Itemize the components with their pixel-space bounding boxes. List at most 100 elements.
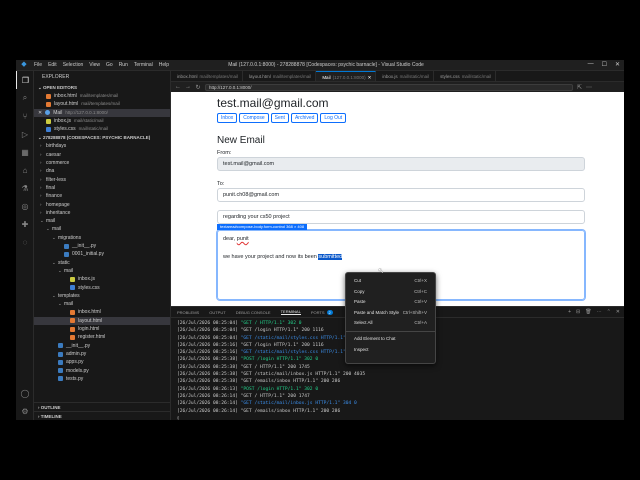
close-editor-icon[interactable]: ✕ [38, 109, 42, 117]
open-editor-item[interactable]: ✕ Mail http://127.0.0.1:8000/ [34, 108, 170, 117]
editor-tab[interactable]: Mail (127.0.0.1:8000) ✕ [316, 71, 377, 82]
folder-item[interactable]: › commerce [34, 159, 170, 167]
new-terminal-icon[interactable]: + [568, 309, 571, 315]
menu-run[interactable]: Run [119, 62, 128, 68]
python-icon[interactable]: ✚ [16, 215, 34, 233]
file-item[interactable]: 0001_initial.py [34, 250, 170, 258]
folder-item[interactable]: › finance [34, 192, 170, 200]
folder-item[interactable]: › caesar [34, 151, 170, 159]
url-input[interactable]: http://127.0.0.1:8000/ [205, 83, 573, 91]
timeline-header[interactable]: › TIMELINE [34, 411, 170, 420]
file-item[interactable]: __init__.py [34, 342, 170, 350]
close-tab-icon[interactable]: ✕ [368, 72, 372, 82]
file-item[interactable]: inbox.js [34, 275, 170, 283]
outline-header[interactable]: › OUTLINE [34, 402, 170, 411]
minimize-icon[interactable]: — [588, 61, 594, 68]
file-item[interactable]: apps.py [34, 358, 170, 366]
context-menu-paste-and-match-style[interactable]: Paste and Match Style Ctrl+Shift+V [346, 308, 435, 319]
inbox-button[interactable]: Inbox [217, 113, 238, 123]
menu-item-label: Copy [354, 288, 365, 294]
folder-item[interactable]: ⌄ mail [34, 217, 170, 225]
settings-gear-icon[interactable]: ⚙ [16, 402, 34, 420]
panel-tab-terminal[interactable]: TERMINAL [280, 309, 301, 315]
context-menu-paste[interactable]: Paste Ctrl+V [346, 297, 435, 308]
context-menu-copy[interactable]: Copy Ctrl+C [346, 287, 435, 298]
folder-item[interactable]: › filter-less [34, 176, 170, 184]
search-icon[interactable]: ⌕ [16, 89, 34, 107]
editor-tab[interactable]: inbox.js mail/static/mail [376, 71, 435, 81]
close-icon[interactable]: ✕ [615, 61, 620, 68]
more-actions-icon[interactable]: ⋯ [597, 309, 602, 315]
folder-item[interactable]: ⌄ mail [34, 300, 170, 308]
file-item[interactable]: register.html [34, 333, 170, 341]
open-editor-item[interactable]: layout.html mail/templates/mail [34, 100, 170, 108]
close-panel-icon[interactable]: ✕ [616, 309, 620, 315]
kill-terminal-icon[interactable]: 🗑 [585, 309, 591, 315]
file-item[interactable]: admin.py [34, 350, 170, 358]
panel-tab-output[interactable]: OUTPUT [209, 310, 225, 315]
forward-icon[interactable]: → [185, 84, 191, 90]
folder-item[interactable]: › dna [34, 167, 170, 175]
editor-tab[interactable]: layout.html mail/templates/mail [243, 71, 317, 81]
menu-help[interactable]: Help [159, 62, 169, 68]
context-menu-select-all[interactable]: Select All Ctrl+A [346, 318, 435, 329]
folder-item[interactable]: ⌄ mail [34, 225, 170, 233]
back-icon[interactable]: ← [175, 84, 181, 90]
folder-item[interactable]: › birthdays [34, 142, 170, 150]
folder-item[interactable]: › homepage [34, 201, 170, 209]
testing-icon[interactable]: ⚗ [16, 179, 34, 197]
account-icon[interactable]: ◯ [16, 384, 34, 402]
file-item[interactable]: models.py [34, 367, 170, 375]
github-icon[interactable]: ◎ [16, 197, 34, 215]
maximize-icon[interactable]: ☐ [602, 61, 607, 68]
reload-icon[interactable]: ↻ [195, 84, 201, 91]
file-item[interactable]: tests.py [34, 375, 170, 383]
menu-selection[interactable]: Selection [63, 62, 84, 68]
compose-button[interactable]: Compose [239, 113, 269, 123]
panel-tab-problems[interactable]: PROBLEMS [177, 310, 199, 315]
panel-tab-ports[interactable]: PORTS [311, 310, 325, 315]
run-debug-icon[interactable]: ▷ [16, 125, 34, 143]
open-editor-item[interactable]: inbox.js mail/static/mail [34, 117, 170, 125]
open-editor-item[interactable]: styles.css mail/static/mail [34, 125, 170, 133]
open-external-icon[interactable]: ⇱ [577, 84, 582, 91]
remote-explorer-icon[interactable]: ⌂ [16, 161, 34, 179]
more-icon[interactable]: ⋯ [586, 84, 592, 91]
open-editors-header[interactable]: ⌄ OPEN EDITORS [34, 83, 170, 92]
editor-tab[interactable]: styles.css mail/static/mail [434, 71, 497, 81]
source-control-icon[interactable]: ⑂ [16, 107, 34, 125]
folder-item[interactable]: ⌄ mail [34, 267, 170, 275]
menu-edit[interactable]: Edit [48, 62, 57, 68]
recipients-field[interactable]: punit.ch08@gmail.com [217, 188, 585, 202]
sent-button[interactable]: Sent [270, 113, 289, 123]
open-editor-item[interactable]: inbox.html mail/templates/mail [34, 92, 170, 100]
menu-view[interactable]: View [89, 62, 100, 68]
menu-go[interactable]: Go [106, 62, 113, 68]
panel-tab-debug-console[interactable]: DEBUG CONSOLE [236, 310, 271, 315]
editor-tab[interactable]: inbox.html mail/templates/mail [171, 71, 244, 81]
split-terminal-icon[interactable]: ⊟ [576, 309, 580, 315]
archived-button[interactable]: Archived [290, 113, 319, 123]
file-item[interactable]: login.html [34, 325, 170, 333]
explorer-icon[interactable]: ❐ [16, 71, 34, 89]
workspace-header[interactable]: ⌄ 278288878 (CODESPACES: PSYCHIC BARNACL… [34, 133, 170, 142]
menu-file[interactable]: File [34, 62, 42, 68]
context-menu-cut[interactable]: Cut Ctrl+X [346, 276, 435, 287]
file-item[interactable]: inbox.html [34, 308, 170, 316]
file-item[interactable]: layout.html [34, 316, 170, 326]
file-item[interactable]: __init__.py [34, 242, 170, 250]
folder-item[interactable]: › final [34, 184, 170, 192]
folder-item[interactable]: › inheritance [34, 209, 170, 217]
context-menu-add-element-to-chat[interactable]: Add Element to Chat [346, 334, 435, 345]
folder-item[interactable]: ⌄ templates [34, 292, 170, 300]
folder-item[interactable]: ⌄ static [34, 259, 170, 267]
menu-terminal[interactable]: Terminal [134, 62, 153, 68]
chat-icon[interactable]: ◌ [16, 233, 34, 251]
file-item[interactable]: styles.css [34, 284, 170, 292]
extensions-icon[interactable]: ▦ [16, 143, 34, 161]
log-out-button[interactable]: Log Out [320, 113, 347, 123]
folder-item[interactable]: ⌄ migrations [34, 234, 170, 242]
context-menu-inspect[interactable]: Inspect [346, 345, 435, 356]
maximize-panel-icon[interactable]: ⌃ [607, 309, 611, 315]
subject-field[interactable]: regarding your cs50 project [217, 210, 585, 224]
